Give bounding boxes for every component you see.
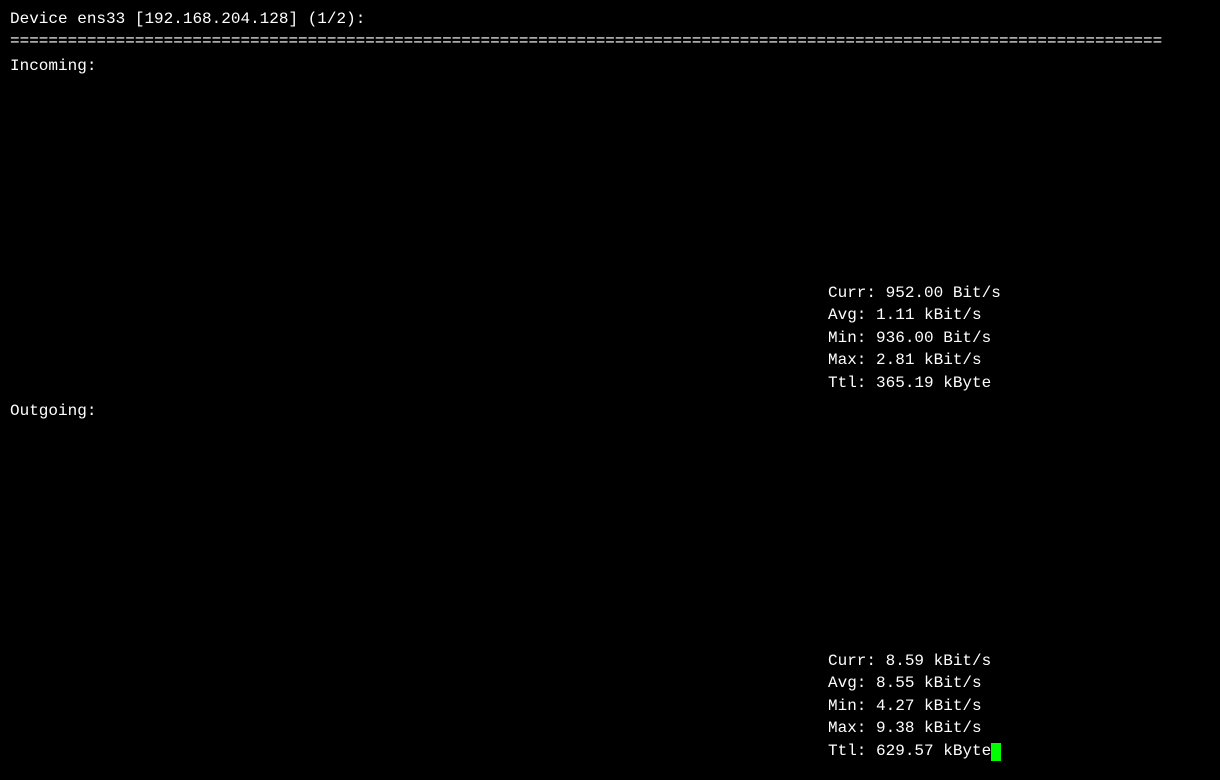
incoming-stats: Curr: 952.00 Bit/s Avg: 1.11 kBit/s Min:… (828, 282, 1001, 394)
device-name: ens33 (77, 10, 125, 28)
separator-line: ========================================… (10, 30, 1210, 52)
outgoing-label: Outgoing: (10, 400, 96, 422)
outgoing-curr: Curr: 8.59 kBit/s (828, 650, 1001, 672)
device-ip: [192.168.204.128] (135, 10, 298, 28)
incoming-avg: Avg: 1.11 kBit/s (828, 304, 1001, 326)
outgoing-min: Min: 4.27 kBit/s (828, 695, 1001, 717)
outgoing-avg: Avg: 8.55 kBit/s (828, 672, 1001, 694)
incoming-min: Min: 936.00 Bit/s (828, 327, 1001, 349)
outgoing-ttl: Ttl: 629.57 kByte (828, 742, 991, 760)
incoming-max: Max: 2.81 kBit/s (828, 349, 1001, 371)
incoming-curr: Curr: 952.00 Bit/s (828, 282, 1001, 304)
outgoing-ttl-line: Ttl: 629.57 kByte (828, 740, 1001, 762)
outgoing-stats: Curr: 8.59 kBit/s Avg: 8.55 kBit/s Min: … (828, 650, 1001, 762)
device-counter: (1/2): (308, 10, 366, 28)
incoming-ttl: Ttl: 365.19 kByte (828, 372, 1001, 394)
cursor-icon (991, 743, 1001, 761)
incoming-label: Incoming: (10, 55, 1210, 77)
device-header: Device ens33 [192.168.204.128] (1/2): (10, 8, 1210, 30)
device-label: Device (10, 10, 68, 28)
outgoing-max: Max: 9.38 kBit/s (828, 717, 1001, 739)
